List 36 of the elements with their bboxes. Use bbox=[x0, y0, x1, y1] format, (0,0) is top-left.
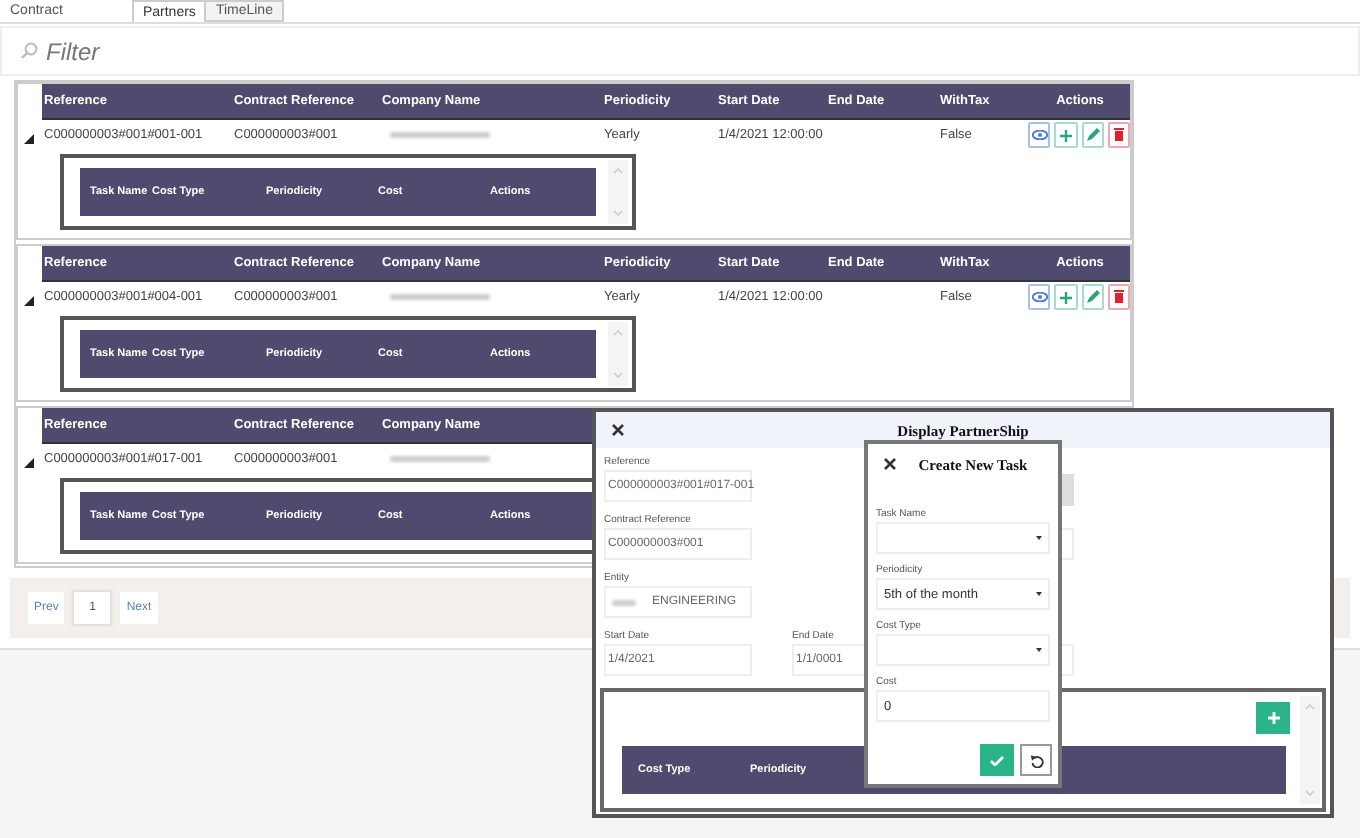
redacted-mark bbox=[390, 294, 490, 300]
trash-icon bbox=[1113, 128, 1124, 142]
view-icon bbox=[1031, 292, 1048, 302]
search-icon bbox=[20, 42, 38, 60]
delete-button[interactable] bbox=[1107, 284, 1130, 310]
delete-button[interactable] bbox=[1107, 122, 1130, 148]
plus-icon bbox=[1059, 291, 1072, 303]
reset-button[interactable] bbox=[1020, 744, 1052, 776]
plus-icon bbox=[1267, 712, 1279, 724]
edit-button[interactable] bbox=[1081, 284, 1104, 310]
pencil-icon bbox=[1085, 290, 1100, 304]
close-icon[interactable] bbox=[884, 458, 896, 470]
check-icon bbox=[990, 755, 1004, 765]
collapse-icon[interactable] bbox=[24, 458, 34, 468]
filter-field[interactable]: Filter bbox=[0, 26, 1360, 76]
view-button[interactable] bbox=[1028, 122, 1051, 148]
plus-icon bbox=[1059, 129, 1072, 141]
edit-button[interactable] bbox=[1081, 122, 1104, 148]
view-icon bbox=[1031, 130, 1048, 140]
collapse-icon[interactable] bbox=[24, 296, 34, 306]
redacted-mark bbox=[390, 132, 490, 138]
redacted-mark bbox=[390, 456, 490, 462]
view-button[interactable] bbox=[1028, 284, 1051, 310]
caret-icon bbox=[1036, 592, 1042, 596]
add-button[interactable] bbox=[1054, 284, 1077, 310]
trash-icon bbox=[1113, 290, 1124, 304]
pencil-icon bbox=[1085, 128, 1100, 142]
caret-icon bbox=[1036, 536, 1042, 540]
select-field[interactable] bbox=[876, 522, 1050, 554]
collapse-icon[interactable] bbox=[24, 134, 34, 144]
close-icon[interactable] bbox=[612, 424, 624, 436]
select-field[interactable] bbox=[876, 634, 1050, 666]
add-button[interactable] bbox=[1054, 122, 1077, 148]
redacted-mark bbox=[612, 599, 636, 605]
undo-icon bbox=[1029, 753, 1043, 767]
add-button[interactable] bbox=[1256, 702, 1290, 734]
